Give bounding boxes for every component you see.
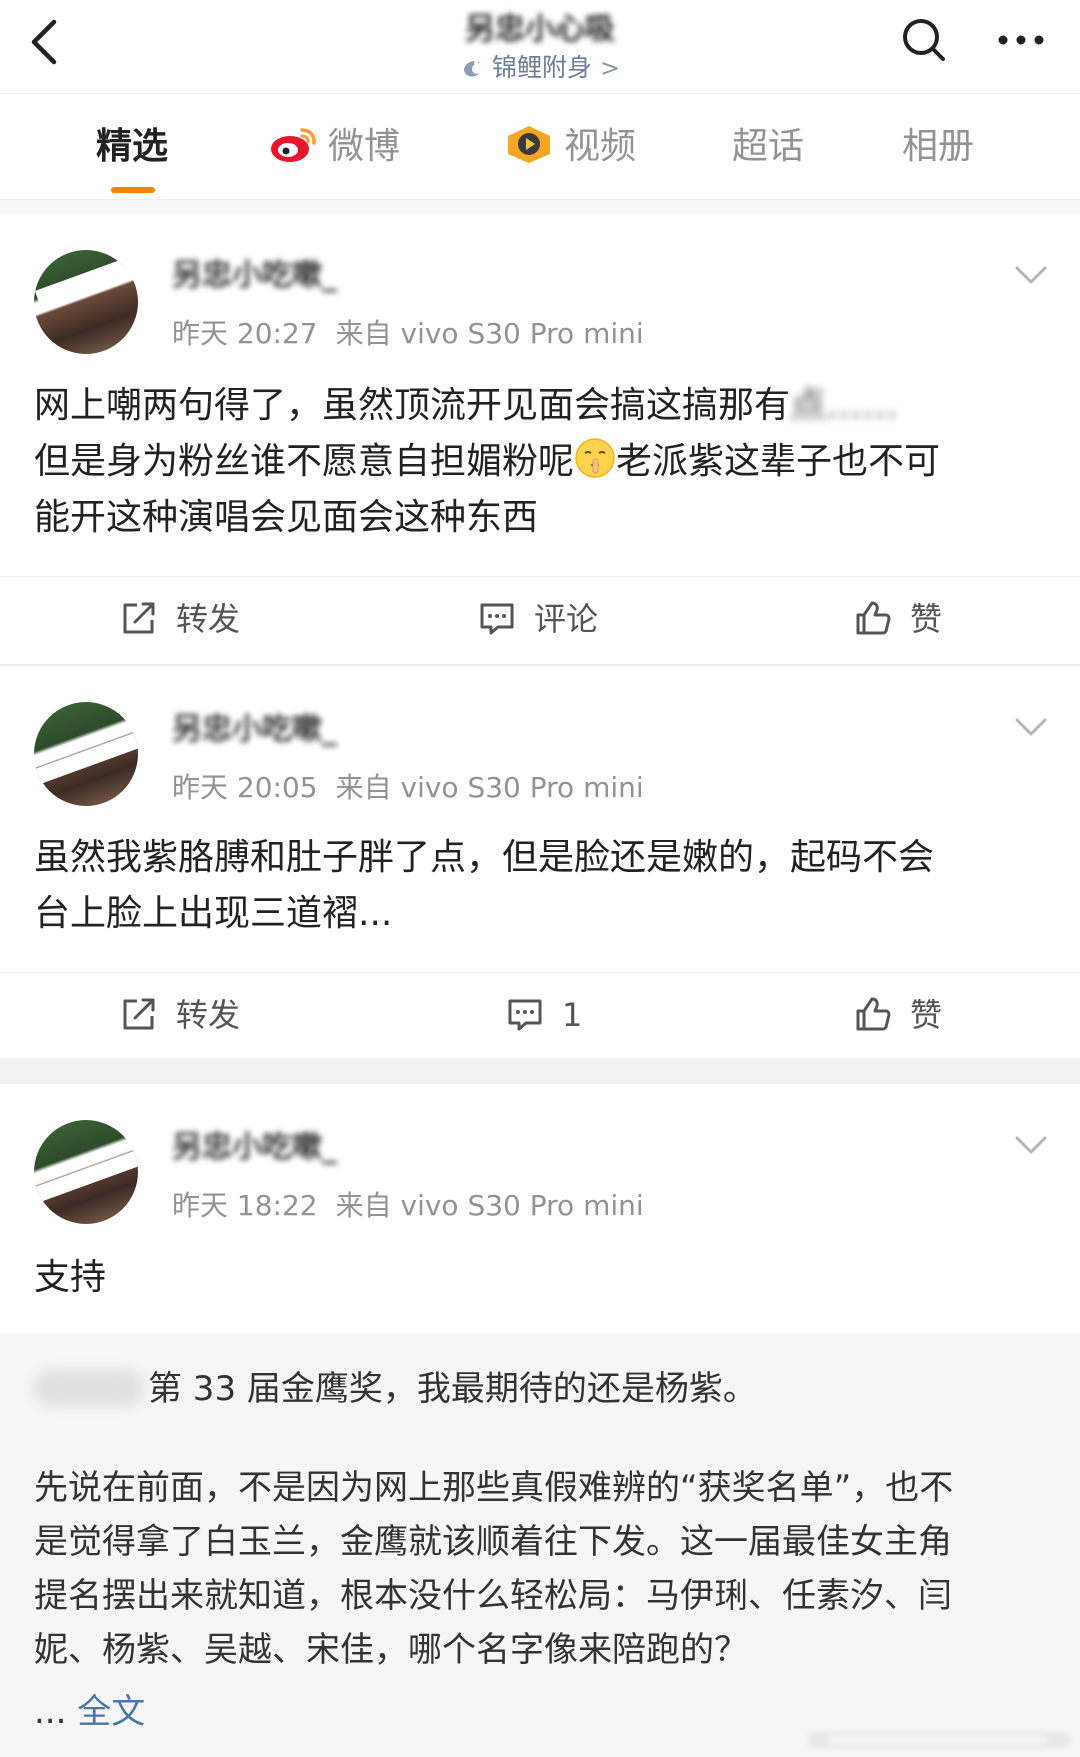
chevron-down-icon — [1015, 1136, 1047, 1154]
quoted-text-line: 先说在前面，不是因为网上那些真假难辨的“获奖名单”，也不 — [34, 1468, 954, 1508]
repost-label: 转发 — [176, 600, 241, 638]
video-icon — [508, 126, 550, 163]
post-text: 虽然我紫胳膊和肚子胖了点，但是脸还是嫩的，起码不会 台上脸上出现三道褶... — [34, 830, 1044, 942]
post-source: 来自 vivo S30 Pro mini — [335, 771, 644, 804]
tab-label: 视频 — [564, 126, 637, 167]
search-icon — [903, 19, 945, 61]
quoted-headline-text: 第 33 届金鹰奖，我最期待的还是杨紫。 — [148, 1369, 757, 1409]
subtitle-label: 锦鲤附身 — [491, 53, 592, 82]
blurred-author — [34, 1370, 144, 1406]
search-button[interactable] — [900, 16, 948, 64]
tab-label: 超话 — [732, 126, 805, 167]
like-label: 赞 — [910, 600, 943, 638]
like-button[interactable]: 赞 — [854, 995, 942, 1035]
tab-super-topic[interactable]: 超话 — [732, 124, 804, 170]
thumbs-up-icon — [856, 997, 891, 1031]
post-text-line: 老派紫这辈子也不可 — [616, 441, 941, 482]
post-time: 昨天 18:22 — [172, 1189, 318, 1222]
tab-label: 相册 — [902, 126, 975, 167]
post-meta: 昨天 20:27 来自 vivo S30 Pro mini — [172, 312, 644, 352]
comment-label: 评论 — [534, 600, 599, 638]
post-menu-button[interactable] — [1014, 1134, 1048, 1156]
post-meta: 昨天 20:05 来自 vivo S30 Pro mini — [172, 766, 644, 806]
post-meta: 昨天 18:22 来自 vivo S30 Pro mini — [172, 1184, 644, 1224]
more-button[interactable] — [994, 22, 1048, 58]
weibo-icon — [271, 128, 316, 162]
post-card: 另忠小吃嗽_ 昨天 20:27 来自 vivo S30 Pro mini 网上嘲两… — [0, 214, 1080, 664]
quoted-headline: 第 33 届金鹰奖，我最期待的还是杨紫。 — [34, 1361, 757, 1410]
post-card: 另忠小吃嗽_ 昨天 20:05 来自 vivo S30 Pro mini 虽然我紫… — [0, 666, 1080, 1058]
ellipsis: ... — [34, 1692, 67, 1732]
tab-weibo[interactable]: 微博 — [268, 124, 400, 170]
username[interactable]: 另忠小吃嗽_ — [172, 704, 337, 748]
read-more: ... 全文 — [34, 1684, 145, 1733]
post-text-line: 虽然我紫胳膊和肚子胖了点，但是脸还是嫩的，起码不会 — [34, 837, 935, 878]
comment-button[interactable]: 评论 — [478, 599, 598, 639]
post-text-line: 但是身为粉丝谁不愿意自担媚粉呢 — [34, 441, 575, 482]
repost-button[interactable]: 转发 — [120, 995, 240, 1035]
quoted-body: 先说在前面，不是因为网上那些真假难辨的“获奖名单”，也不 是觉得拿了白玉兰，金鹰… — [34, 1461, 1044, 1677]
like-button[interactable]: 赞 — [854, 599, 942, 639]
avatar[interactable] — [34, 250, 138, 354]
more-icon — [998, 35, 1044, 45]
watermark-icon — [808, 1732, 1070, 1748]
profile-tabs: 精选 微博 视频 超话 相册 — [0, 94, 1080, 200]
post-card: 另忠小吃嗽_ 昨天 18:22 来自 vivo S30 Pro mini 支持 — [0, 1084, 1080, 1333]
tab-video[interactable]: 视频 — [504, 124, 636, 170]
section-divider — [0, 200, 1080, 214]
post-time: 昨天 20:05 — [172, 771, 318, 804]
post-actions: 转发 评论 赞 — [0, 576, 1080, 658]
username[interactable]: 另忠小吃嗽_ — [172, 250, 337, 294]
post-actions: 转发 1 赞 — [0, 972, 1080, 1054]
quoted-post[interactable]: 第 33 届金鹰奖，我最期待的还是杨紫。 先说在前面，不是因为网上那些真假难辨的… — [0, 1333, 1080, 1757]
quoted-text-line: 提名摆出来就知道，根本没什么轻松局：马伊琍、任素汐、闫 — [34, 1576, 952, 1616]
comment-icon — [480, 603, 514, 635]
tab-label: 微博 — [328, 126, 401, 167]
post-text: 网上嘲两句得了，虽然顶流开见面会搞这搞那有点…… 但是身为粉丝谁不愿意自担媚粉呢… — [34, 378, 1044, 546]
comment-button[interactable]: 1 — [506, 995, 582, 1035]
chevron-down-icon — [1015, 718, 1047, 736]
avatar[interactable] — [34, 1120, 138, 1224]
repost-button[interactable]: 转发 — [120, 599, 240, 639]
avatar[interactable] — [34, 702, 138, 806]
blurred-text: 点…… — [790, 385, 899, 426]
tab-label: 精选 — [96, 126, 169, 167]
comment-icon — [508, 999, 542, 1031]
username[interactable]: 另忠小吃嗽_ — [172, 1122, 337, 1166]
repost-icon — [123, 998, 155, 1030]
full-text-link[interactable]: 全文 — [77, 1692, 145, 1732]
post-text-line: 支持 — [34, 1257, 107, 1298]
post-text-line: 台上脸上出现三道褶... — [34, 893, 393, 934]
like-label: 赞 — [910, 996, 943, 1034]
thumbs-up-icon — [856, 601, 891, 635]
post-time: 昨天 20:27 — [172, 317, 318, 350]
post-source: 来自 vivo S30 Pro mini — [335, 1189, 644, 1222]
shush-emoji-icon — [575, 438, 615, 478]
post-text-line: 能开这种演唱会见面会这种东西 — [34, 497, 539, 538]
active-tab-indicator — [111, 187, 155, 193]
repost-icon — [123, 602, 155, 634]
tab-featured[interactable]: 精选 — [96, 124, 168, 170]
quoted-text-line: 妮、杨紫、吴越、宋佳，哪个名字像来陪跑的？ — [34, 1630, 748, 1670]
top-nav-bar: 另忠小心吸 锦鲤附身 > — [0, 0, 1080, 94]
post-menu-button[interactable] — [1014, 716, 1048, 738]
post-menu-button[interactable] — [1014, 264, 1048, 286]
comment-count: 1 — [562, 996, 583, 1034]
quoted-text-line: 是觉得拿了白玉兰，金鹰就该顺着往下发。这一届最佳女主角 — [34, 1522, 952, 1562]
chevron-down-icon — [1015, 266, 1047, 284]
repost-label: 转发 — [176, 996, 241, 1034]
post-text-line: 网上嘲两句得了，虽然顶流开见面会搞这搞那有 — [34, 385, 791, 426]
post-text: 支持 — [34, 1250, 1044, 1306]
chevron-right-icon: > — [599, 54, 621, 82]
section-divider — [0, 1058, 1080, 1084]
tab-album[interactable]: 相册 — [902, 124, 974, 170]
koi-icon — [463, 61, 480, 77]
post-source: 来自 vivo S30 Pro mini — [335, 317, 644, 350]
